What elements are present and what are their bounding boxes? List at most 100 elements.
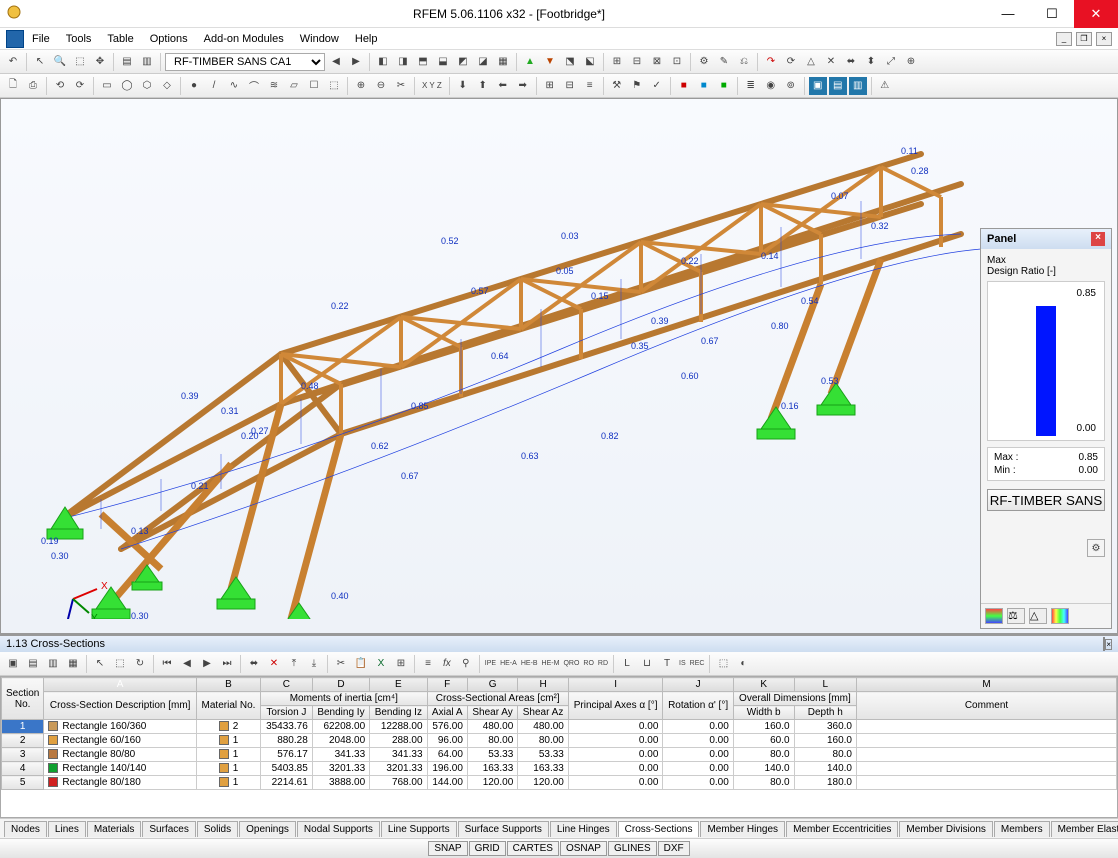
tab-surfaces[interactable]: Surfaces — [142, 821, 195, 837]
tt-fx[interactable]: fx — [439, 655, 455, 673]
tt-m[interactable]: ✕ — [265, 655, 283, 673]
mdi-close[interactable]: × — [1096, 32, 1112, 46]
t2-t[interactable]: ⬇ — [454, 77, 472, 95]
t2-j[interactable]: / — [205, 77, 223, 95]
tb-n[interactable]: ⊠ — [648, 53, 666, 71]
tt-hem[interactable]: HE-M — [541, 655, 561, 673]
close-button[interactable]: ✕ — [1074, 0, 1118, 28]
tt-k[interactable]: ⏭ — [218, 655, 236, 673]
tt-h[interactable]: ⏮ — [158, 655, 176, 673]
t2-i[interactable]: ● — [185, 77, 203, 95]
t2-gg[interactable]: ≣ — [742, 77, 760, 95]
tab-member-eccentricities[interactable]: Member Eccentricities — [786, 821, 898, 837]
menu-window[interactable]: Window — [292, 30, 347, 48]
t2-k[interactable]: ∿ — [225, 77, 243, 95]
tt-p[interactable]: ✂ — [332, 655, 350, 673]
t2-dd[interactable]: ■ — [675, 77, 693, 95]
menu-help[interactable]: Help — [347, 30, 386, 48]
tb-s[interactable]: ↷ — [762, 53, 780, 71]
tt-heb[interactable]: HE-B — [520, 655, 539, 673]
pan-icon[interactable]: ✥ — [91, 53, 109, 71]
table-row[interactable]: 3 Rectangle 80/80 1 576.17341.33341.33 6… — [2, 748, 1117, 762]
table-row[interactable]: 4 Rectangle 140/140 1 5403.853201.333201… — [2, 762, 1117, 776]
select-icon[interactable]: ↖ — [31, 53, 49, 71]
menu-table[interactable]: Table — [99, 30, 141, 48]
t2-a[interactable]: 🗋 — [4, 77, 22, 95]
t2-g[interactable]: ⬡ — [138, 77, 156, 95]
panel-module-button[interactable]: RF-TIMBER SANS — [987, 489, 1105, 511]
tb-i[interactable]: ▼ — [541, 53, 559, 71]
tt-u[interactable]: ⊔ — [638, 655, 656, 673]
tt-q[interactable]: 📋 — [352, 655, 370, 673]
tab-materials[interactable]: Materials — [87, 821, 142, 837]
tt-T[interactable]: T — [658, 655, 676, 673]
t2-m[interactable]: ≋ — [265, 77, 283, 95]
t2-jj[interactable]: ▣ — [809, 77, 827, 95]
tb-k[interactable]: ⬕ — [581, 53, 599, 71]
zoom-icon[interactable]: 🔍 — [51, 53, 69, 71]
cross-sections-table[interactable]: Section No. A B C D E F G H I J K L M Cr… — [1, 677, 1117, 790]
undo-icon[interactable]: ↶ — [4, 53, 22, 71]
tt-r[interactable]: ⊞ — [392, 655, 410, 673]
view2-icon[interactable]: ▥ — [138, 53, 156, 71]
tt-i[interactable]: ◀ — [178, 655, 196, 673]
tb-x[interactable]: ⬍ — [862, 53, 880, 71]
tt-qro[interactable]: QRO — [562, 655, 580, 673]
t2-r[interactable]: ⊖ — [372, 77, 390, 95]
tt-w[interactable]: ◐ — [734, 655, 752, 673]
t2-v[interactable]: ⬅ — [494, 77, 512, 95]
tb-u[interactable]: △ — [802, 53, 820, 71]
tb-q[interactable]: ✎ — [715, 53, 733, 71]
t2-u[interactable]: ⬆ — [474, 77, 492, 95]
t2-e[interactable]: ▭ — [98, 77, 116, 95]
tb-w[interactable]: ⬌ — [842, 53, 860, 71]
tb-b[interactable]: ◨ — [394, 53, 412, 71]
t2-q[interactable]: ⊕ — [352, 77, 370, 95]
t2-aa[interactable]: ⚒ — [608, 77, 626, 95]
tb-c[interactable]: ⬒ — [414, 53, 432, 71]
tt-c[interactable]: ▥ — [44, 655, 62, 673]
status-dxf[interactable]: DXF — [658, 841, 690, 856]
status-osnap[interactable]: OSNAP — [560, 841, 607, 856]
tt-rd[interactable]: RD — [597, 655, 609, 673]
tab-line-hinges[interactable]: Line Hinges — [550, 821, 617, 837]
t2-bb[interactable]: ⚑ — [628, 77, 646, 95]
menu-options[interactable]: Options — [142, 30, 196, 48]
tb-h[interactable]: ▲ — [521, 53, 539, 71]
tt-g[interactable]: ↻ — [131, 655, 149, 673]
t2-p[interactable]: ⬚ — [325, 77, 343, 95]
next-icon[interactable]: ▶ — [347, 53, 365, 71]
tt-ipe[interactable]: IPE — [484, 655, 497, 673]
view1-icon[interactable]: ▤ — [118, 53, 136, 71]
t2-ee[interactable]: ■ — [695, 77, 713, 95]
maximize-button[interactable]: ☐ — [1030, 0, 1074, 28]
status-cartes[interactable]: CARTES — [507, 841, 559, 856]
tt-hea[interactable]: HE-A — [499, 655, 518, 673]
tt-is[interactable]: IS — [678, 655, 687, 673]
loadcase-combo[interactable]: RF-TIMBER SANS CA1 — [165, 53, 325, 71]
t2-f[interactable]: ◯ — [118, 77, 136, 95]
tab-members[interactable]: Members — [994, 821, 1050, 837]
panel-tab-4[interactable] — [1051, 608, 1069, 624]
tb-f[interactable]: ◪ — [474, 53, 492, 71]
panel-options-icon[interactable]: ⚙ — [1087, 539, 1105, 557]
t2-mm[interactable]: ⚠ — [876, 77, 894, 95]
prev-icon[interactable]: ◀ — [327, 53, 345, 71]
mdi-restore[interactable]: ❐ — [1076, 32, 1092, 46]
tab-member-hinges[interactable]: Member Hinges — [700, 821, 785, 837]
status-glines[interactable]: GLINES — [608, 841, 657, 856]
tt-j[interactable]: ▶ — [198, 655, 216, 673]
tb-d[interactable]: ⬓ — [434, 53, 452, 71]
zoom-window-icon[interactable]: ⬚ — [71, 53, 89, 71]
panel-tab-3[interactable]: △ — [1029, 608, 1047, 624]
t2-s[interactable]: ✂ — [392, 77, 410, 95]
t2-b[interactable]: ⎙ — [24, 77, 42, 95]
tb-r[interactable]: ⎌ — [735, 53, 753, 71]
tb-l[interactable]: ⊞ — [608, 53, 626, 71]
tt-v[interactable]: ⬚ — [714, 655, 732, 673]
tt-a[interactable]: ▣ — [4, 655, 22, 673]
tt-l[interactable]: ⬌ — [245, 655, 263, 673]
tt-o[interactable]: ⤓ — [305, 655, 323, 673]
t2-d[interactable]: ⟳ — [71, 77, 89, 95]
t2-ll[interactable]: ▥ — [849, 77, 867, 95]
